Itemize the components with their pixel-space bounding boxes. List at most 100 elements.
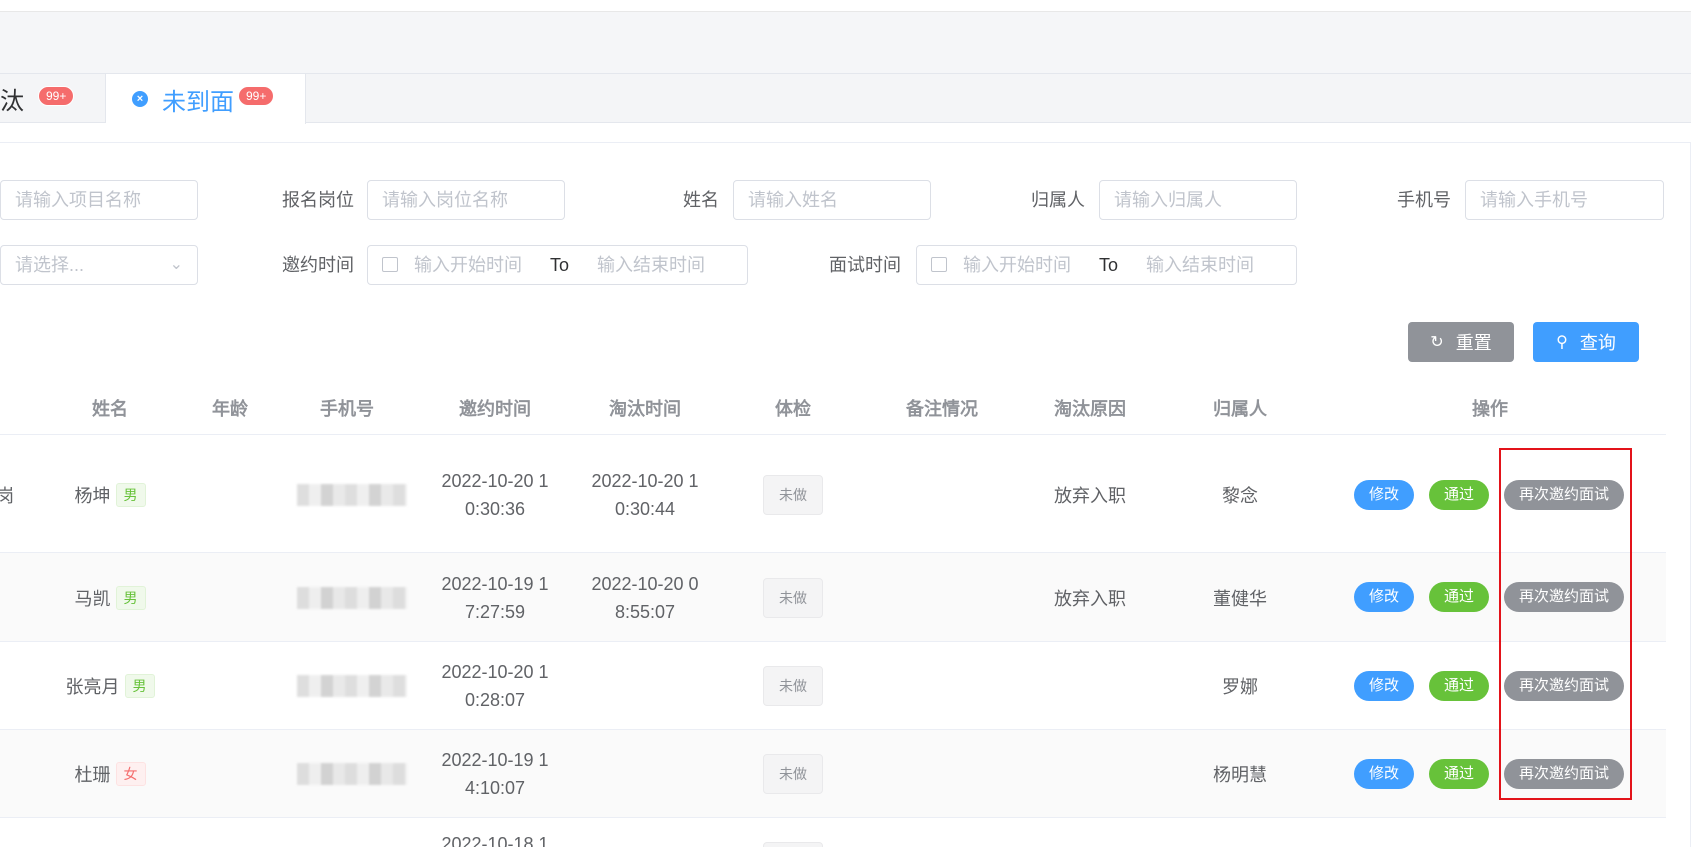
query-button[interactable]: ⚲ 查询	[1533, 322, 1639, 362]
invite-end-placeholder[interactable]: 输入结束时间	[597, 255, 705, 275]
elimination-time-line1: 2022-10-20 1	[591, 470, 699, 491]
row-name: 马凯	[74, 588, 111, 609]
owner-label: 归属人	[1031, 190, 1085, 210]
row-invite-time: 2022-10-20 1 0:30:36	[430, 436, 560, 553]
table-row: 杜珊 女 2022-10-19 1 4:10:07 未做 杨明慧 修改 通过 再…	[0, 730, 1666, 818]
highlight-annotation-box	[1499, 448, 1632, 800]
query-button-label: 查询	[1579, 333, 1616, 353]
invite-time-line2: 7:27:59	[464, 601, 526, 622]
phone-label: 手机号	[1397, 190, 1451, 210]
row-name-cell: 张亮月 男	[40, 642, 180, 730]
row-name: 杜珊	[74, 765, 111, 785]
row-left-fragment: 岗	[0, 486, 14, 506]
column-header-remarks: 备注情况	[906, 399, 978, 419]
position-label: 报名岗位	[282, 190, 354, 210]
tab-no-show[interactable]: × 未到面 99+	[106, 74, 306, 124]
name-field[interactable]	[748, 190, 930, 211]
edit-button[interactable]: 修改	[1354, 582, 1414, 612]
phone-field[interactable]	[1480, 190, 1663, 211]
elimination-time-line1: 2022-10-20 0	[591, 573, 699, 594]
position-input[interactable]	[367, 180, 565, 220]
table-row: 岗 杨坤 男 2022-10-20 1 0:30:36 2022-10-20 1…	[0, 436, 1666, 553]
category-select-placeholder: 请选择...	[15, 255, 85, 275]
row-invite-time: 2022-10-19 1 7:27:59	[430, 553, 560, 642]
column-header-owner: 归属人	[1213, 399, 1267, 419]
edit-button[interactable]: 修改	[1354, 480, 1414, 510]
row-elimination-time: 2022-10-20 0 8:55:07	[580, 553, 710, 642]
masked-phone	[297, 483, 407, 506]
tab-eliminated[interactable]: 淘汰 99+	[0, 74, 106, 123]
reset-button[interactable]: ↻ 重置	[1408, 322, 1514, 362]
reset-button-label: 重置	[1455, 333, 1492, 353]
pass-button[interactable]: 通过	[1429, 480, 1489, 510]
pass-button[interactable]: 通过	[1429, 759, 1489, 789]
row-elimination-reason: 放弃入职	[1054, 485, 1126, 506]
column-header-phone: 手机号	[320, 399, 374, 419]
row-owner: 杨明慧	[1213, 765, 1267, 785]
name-input[interactable]	[733, 180, 931, 220]
top-bar	[0, 0, 1691, 12]
chevron-down-icon: ⌄	[169, 256, 183, 273]
pass-button[interactable]: 通过	[1429, 582, 1489, 612]
position-field[interactable]	[382, 190, 564, 211]
owner-field[interactable]	[1114, 190, 1296, 211]
column-header-name: 姓名	[92, 399, 128, 419]
interview-time-range[interactable]: 输入开始时间 To 输入结束时间	[916, 245, 1297, 285]
tab-bar: 淘汰 99+ × 未到面 99+	[0, 73, 1691, 124]
masked-phone	[297, 586, 407, 609]
invite-time-label: 邀约时间	[282, 255, 354, 275]
invite-time-line1: 2022-10-19 1	[441, 750, 549, 770]
edit-button[interactable]: 修改	[1354, 671, 1414, 701]
table-header: 姓名 年龄 手机号 邀约时间 淘汰时间 体检 备注情况 淘汰原因 归属人 操作	[0, 383, 1666, 435]
column-header-medical-exam: 体检	[775, 399, 811, 419]
exam-status-tag	[763, 842, 823, 847]
project-name-input[interactable]	[0, 180, 198, 220]
phone-input[interactable]	[1465, 180, 1664, 220]
gender-tag: 男	[115, 482, 146, 507]
gender-tag: 男	[124, 674, 155, 698]
row-owner: 黎念	[1222, 485, 1258, 506]
row-owner: 董健华	[1213, 588, 1267, 609]
edit-button[interactable]: 修改	[1354, 759, 1414, 789]
row-medical-exam: 未做	[743, 642, 843, 730]
invite-time-range[interactable]: 输入开始时间 To 输入结束时间	[367, 245, 748, 285]
column-header-actions: 操作	[1472, 399, 1508, 419]
exam-status-tag: 未做	[763, 754, 823, 794]
column-header-invite-time: 邀约时间	[459, 399, 531, 419]
owner-input[interactable]	[1099, 180, 1297, 220]
refresh-icon: ↻	[1430, 334, 1444, 351]
column-header-elimination-reason: 淘汰原因	[1054, 399, 1126, 419]
tab-eliminated-badge: 99+	[38, 86, 75, 106]
row-name-cell: 杜珊 女	[40, 730, 180, 818]
masked-phone	[297, 763, 407, 785]
tab-no-show-label: 未到面	[162, 88, 234, 116]
row-medical-exam: 未做	[743, 553, 843, 642]
gender-tag: 女	[115, 762, 146, 786]
header-band	[0, 12, 1691, 74]
calendar-icon	[382, 256, 398, 272]
calendar-icon	[931, 256, 947, 272]
invite-start-placeholder[interactable]: 输入开始时间	[414, 255, 522, 275]
row-elimination-reason: 放弃入职	[1054, 588, 1126, 609]
category-select[interactable]: 请选择... ⌄	[0, 245, 198, 285]
row-invite-time: 2022-10-18 1	[441, 833, 549, 847]
row-phone-masked	[287, 730, 417, 818]
interview-end-placeholder[interactable]: 输入结束时间	[1146, 255, 1254, 275]
project-name-field[interactable]	[15, 190, 197, 211]
row-medical-exam: 未做	[743, 436, 843, 553]
interview-range-separator: To	[1099, 255, 1119, 275]
search-icon: ⚲	[1556, 334, 1568, 351]
table-row: 2022-10-18 1	[0, 818, 1666, 847]
interview-start-placeholder[interactable]: 输入开始时间	[963, 255, 1071, 275]
name-label: 姓名	[683, 190, 719, 210]
invite-time-line1: 2022-10-20 1	[441, 662, 549, 682]
close-icon[interactable]: ×	[132, 91, 148, 107]
tab-no-show-badge: 99+	[238, 86, 275, 106]
pass-button[interactable]: 通过	[1429, 671, 1489, 701]
elimination-time-line2: 0:30:44	[614, 498, 676, 519]
exam-status-tag: 未做	[763, 577, 823, 618]
page: 淘汰 99+ × 未到面 99+ 报名岗位 姓名 归属人 手机号 请选择... …	[0, 0, 1691, 847]
table-row: 张亮月 男 2022-10-20 1 0:28:07 未做 罗娜 修改 通过 再…	[0, 642, 1666, 730]
column-header-age: 年龄	[212, 399, 248, 419]
invite-time-line1: 2022-10-20 1	[441, 470, 549, 491]
